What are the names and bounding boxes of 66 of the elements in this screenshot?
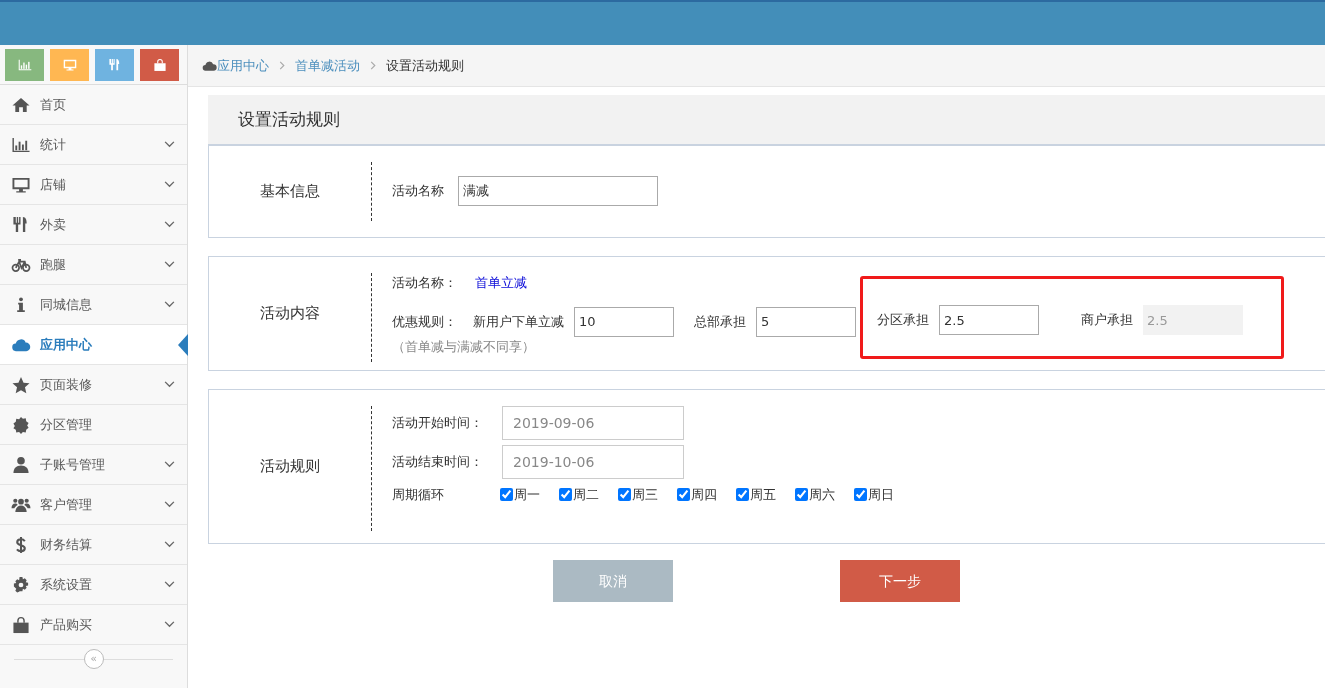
- sidebar-item[interactable]: 跑腿: [0, 245, 187, 285]
- sidebar-item[interactable]: 首页: [0, 85, 187, 125]
- bar-chart-icon: [10, 135, 32, 154]
- text-field[interactable]: 满减: [458, 176, 658, 206]
- cutlery-icon: [107, 58, 122, 72]
- sidebar-item[interactable]: 产品购买: [0, 605, 187, 645]
- shopping-bag-icon: [10, 615, 32, 634]
- sidebar-item[interactable]: 统计: [0, 125, 187, 165]
- sidebar-item[interactable]: 客户管理: [0, 485, 187, 525]
- shortcut-tile[interactable]: [5, 49, 44, 81]
- shortcut-tile[interactable]: [140, 49, 179, 81]
- date-field[interactable]: 2019-10-06: [502, 445, 684, 479]
- number-field[interactable]: 5: [756, 306, 856, 337]
- activity-name: 首单立减: [475, 274, 527, 292]
- weekday-label: 周三: [632, 486, 658, 504]
- star-icon: [10, 375, 32, 394]
- hint-text: （首单减与满减不同享）: [392, 337, 536, 356]
- date-field[interactable]: 2019-09-06: [502, 406, 684, 440]
- field-label: 分区承担: [877, 311, 929, 330]
- bar-chart-icon: [17, 58, 32, 72]
- weekday-label: 周日: [868, 486, 894, 504]
- checkbox[interactable]: [736, 488, 749, 502]
- sidebar-item[interactable]: 分区管理: [0, 405, 187, 445]
- section-heading: 活动规则: [259, 456, 321, 478]
- section-heading: 基本信息: [259, 181, 321, 203]
- sidebar-item[interactable]: 店铺: [0, 165, 187, 205]
- checkbox[interactable]: [795, 488, 808, 502]
- shopping-bag-icon: [152, 58, 167, 72]
- sidebar-item[interactable]: 系统设置: [0, 565, 187, 605]
- field-label: 活动开始时间：: [392, 414, 484, 433]
- field-label: 活动名称：: [392, 274, 457, 292]
- section-heading: 活动内容: [259, 303, 321, 325]
- active-marker: [178, 334, 188, 356]
- chevron-right-icon: [370, 61, 376, 70]
- field-label: 活动结束时间：: [392, 453, 484, 472]
- weekday-label: 周五: [750, 486, 776, 504]
- monitor-icon: [10, 175, 32, 194]
- field-label: 商户承担: [1081, 311, 1133, 330]
- panel-title: 设置活动规则: [208, 95, 1325, 145]
- sidebar-item[interactable]: 页面装修: [0, 365, 187, 405]
- next-button[interactable]: 下一步: [840, 560, 960, 602]
- sidebar-item[interactable]: 财务结算: [0, 525, 187, 565]
- weekday-label: 周六: [809, 486, 835, 504]
- checkbox[interactable]: [677, 488, 690, 502]
- field-label: 活动名称: [392, 182, 444, 201]
- shortcut-tile[interactable]: [95, 49, 134, 81]
- checkbox[interactable]: [854, 488, 867, 502]
- field-label: 总部承担: [694, 312, 746, 331]
- weekday-label: 周四: [691, 486, 717, 504]
- number-field[interactable]: 10: [574, 306, 674, 337]
- field-label: 新用户下单立减: [473, 312, 564, 331]
- checkbox[interactable]: [500, 488, 513, 502]
- breadcrumb-current: 设置活动规则: [386, 56, 464, 75]
- checkbox[interactable]: [559, 488, 572, 502]
- sidebar-item[interactable]: 外卖: [0, 205, 187, 245]
- chevron-right-icon: [279, 61, 285, 70]
- weekday-label: 周二: [573, 486, 599, 504]
- checkbox[interactable]: [618, 488, 631, 502]
- weekday-label: 周一: [514, 486, 540, 504]
- monitor-icon: [62, 58, 77, 72]
- sidebar-item[interactable]: 子账号管理: [0, 445, 187, 485]
- number-field[interactable]: 2.5: [939, 305, 1039, 335]
- sidebar-item[interactable]: 应用中心: [0, 325, 187, 365]
- field-label: 优惠规则：: [392, 312, 457, 331]
- shortcut-tile[interactable]: [50, 49, 89, 81]
- field-label: 周期循环: [392, 486, 445, 504]
